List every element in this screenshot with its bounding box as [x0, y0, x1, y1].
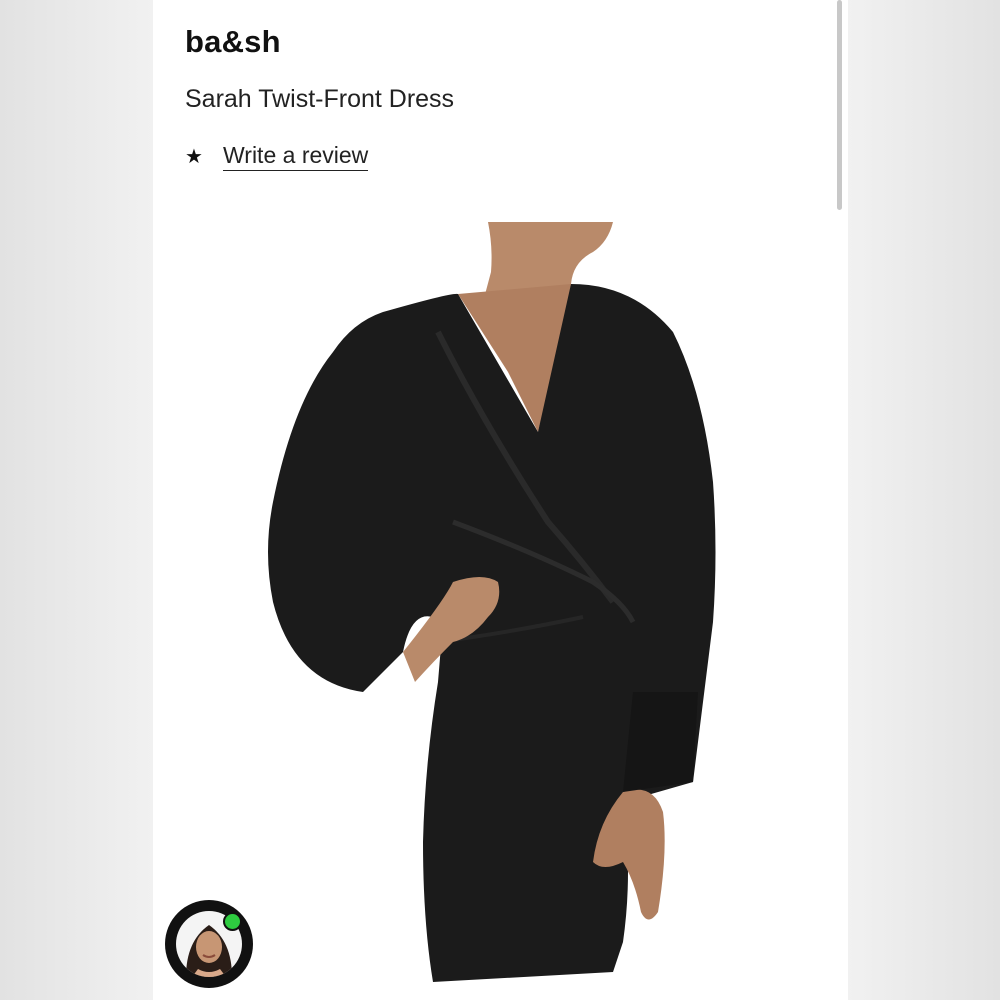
seller-avatar-wrap[interactable] [165, 900, 255, 990]
brand-name[interactable]: ba&sh [185, 24, 281, 60]
product-photo[interactable] [153, 222, 848, 1000]
star-icon: ★ [185, 146, 203, 168]
left-blur-backdrop [0, 0, 153, 1000]
right-blur-backdrop [848, 0, 1000, 1000]
scrollbar[interactable] [837, 0, 842, 210]
product-screen: ba&sh Sarah Twist-Front Dress ★ Write a … [153, 0, 848, 1000]
review-row: ★ Write a review [185, 142, 369, 171]
write-review-link[interactable]: Write a review [223, 142, 369, 171]
dress-model-illustration [268, 222, 716, 982]
online-status-indicator [223, 912, 242, 931]
avatar[interactable] [165, 900, 253, 988]
product-title: Sarah Twist-Front Dress [185, 85, 455, 113]
